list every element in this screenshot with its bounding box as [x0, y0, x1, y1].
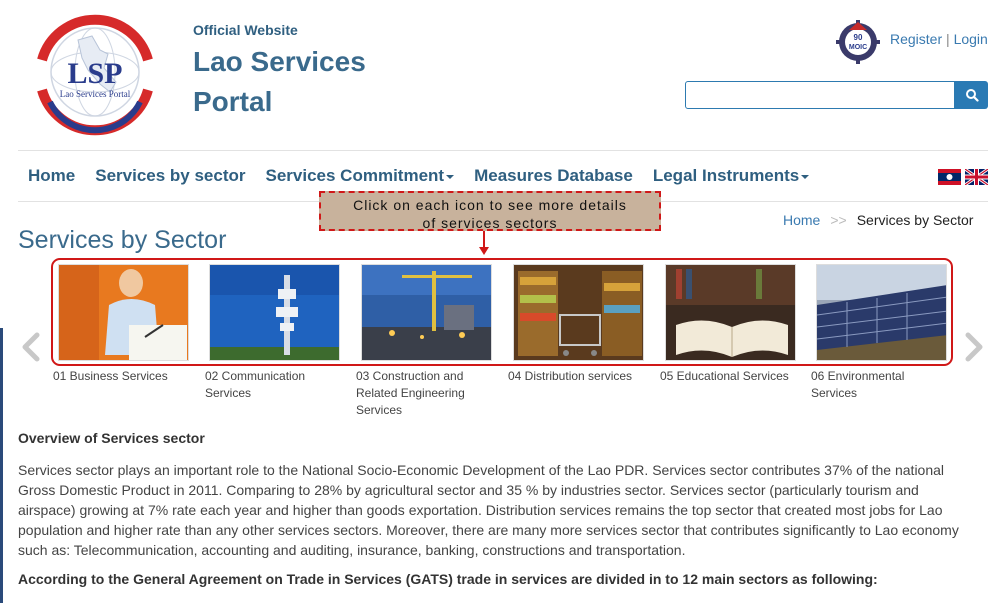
breadcrumb-home[interactable]: Home — [783, 212, 820, 228]
nav-services-commitment-label: Services Commitment — [265, 166, 445, 185]
chevron-down-icon — [801, 174, 810, 179]
nav-home-label: Home — [28, 166, 76, 185]
nav-services-by-sector-label: Services by sector — [95, 166, 246, 185]
carousel-next-button[interactable] — [963, 332, 985, 367]
nav-legal-instruments-label: Legal Instruments — [652, 166, 800, 185]
logo-letters: LSP — [67, 57, 122, 90]
uk-flag-icon[interactable] — [964, 167, 989, 187]
instruction-callout: Click on each icon to see more details o… — [319, 191, 661, 231]
callout-arrow-icon — [479, 247, 489, 255]
register-link[interactable]: Register — [890, 31, 942, 47]
overview-heading: Overview of Services sector — [18, 430, 205, 446]
sector-tile-environmental[interactable] — [816, 264, 947, 361]
overview-paragraph: Services sector plays an important role … — [18, 462, 959, 558]
header-divider — [18, 150, 988, 151]
search-input[interactable] — [685, 81, 955, 109]
chevron-down-icon — [446, 174, 455, 179]
sector-label-distribution[interactable]: 04 Distribution services — [508, 368, 648, 385]
lao-flag-icon[interactable] — [938, 169, 961, 185]
sector-tile-business[interactable] — [58, 264, 189, 361]
search-icon — [965, 89, 979, 102]
logo-caption: Lao Services Portal — [60, 89, 131, 99]
carousel-prev-button[interactable] — [20, 332, 42, 367]
breadcrumb-current: Services by Sector — [856, 212, 974, 228]
breadcrumb: Home >> Services by Sector — [783, 212, 973, 228]
sector-label-communication[interactable]: 02 Communication Services — [205, 368, 323, 402]
sector-label-educational[interactable]: 05 Educational Services — [660, 368, 800, 385]
auth-links: Register | Login — [890, 31, 988, 47]
auth-separator: | — [946, 31, 950, 47]
callout-line-1: Click on each icon to see more details — [353, 197, 627, 213]
search-button[interactable] — [955, 81, 988, 109]
callout-line-2: of services sectors — [422, 215, 558, 231]
sector-tile-construction[interactable] — [361, 264, 492, 361]
lsp-logo[interactable]: LSP Lao Services Portal — [30, 10, 160, 140]
chevron-left-icon — [22, 332, 40, 362]
gats-heading: According to the General Agreement on Tr… — [18, 571, 878, 587]
moic-text: MOIC — [849, 44, 867, 51]
sector-tile-communication[interactable] — [209, 264, 340, 361]
page-title: Services by Sector — [18, 226, 227, 254]
nav-legal-instruments[interactable]: Legal Instruments — [652, 166, 810, 186]
site-title[interactable]: Lao Services Portal — [193, 42, 413, 122]
sector-label-business[interactable]: 01 Business Services — [53, 368, 193, 385]
main-nav: Home Services by sector Services Commitm… — [28, 166, 829, 186]
svg-text:90: 90 — [854, 33, 863, 42]
left-edge-bar — [0, 328, 3, 603]
breadcrumb-separator: >> — [830, 212, 847, 228]
sector-tile-educational[interactable] — [665, 264, 796, 361]
nav-measures-database[interactable]: Measures Database — [474, 166, 633, 186]
nav-measures-database-label: Measures Database — [474, 166, 633, 185]
nav-services-commitment[interactable]: Services Commitment — [266, 166, 455, 186]
sector-label-construction[interactable]: 03 Construction and Related Engineering … — [356, 368, 486, 419]
moic-badge[interactable]: 90 MOIC — [833, 18, 883, 64]
search-bar — [685, 81, 988, 109]
official-website-label: Official Website — [193, 22, 298, 38]
login-link[interactable]: Login — [954, 31, 988, 47]
sector-label-environmental[interactable]: 06 Environmental Services — [811, 368, 929, 402]
chevron-right-icon — [965, 332, 983, 362]
nav-home[interactable]: Home — [28, 166, 75, 186]
nav-services-by-sector[interactable]: Services by sector — [95, 166, 245, 186]
sector-tile-distribution[interactable] — [513, 264, 644, 361]
